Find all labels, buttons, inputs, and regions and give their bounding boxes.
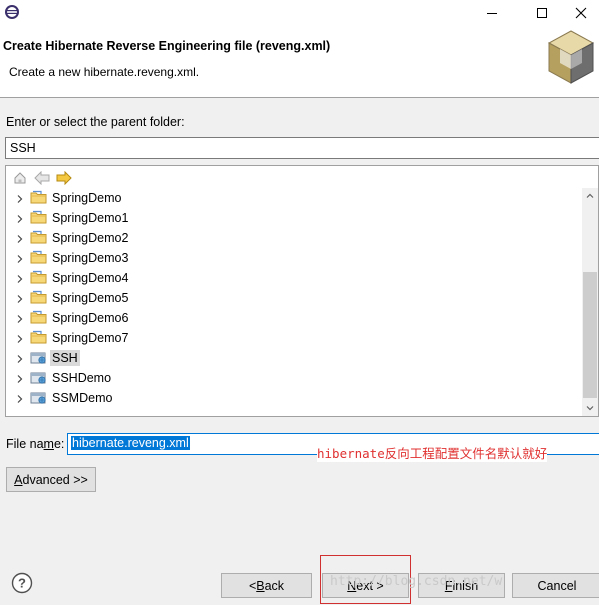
tree-item[interactable]: SpringDemo6 — [6, 308, 582, 328]
chevron-right-icon[interactable] — [15, 253, 25, 263]
web-project-icon — [30, 390, 48, 405]
back-arrow-icon[interactable] — [33, 169, 51, 187]
back-label: ack — [264, 578, 285, 593]
wizard-title: Create Hibernate Reverse Engineering fil… — [3, 39, 331, 53]
maximize-button[interactable] — [520, 0, 564, 26]
chevron-right-icon[interactable] — [15, 313, 25, 323]
folder-icon — [30, 330, 48, 345]
parent-folder-label: Enter or select the parent folder: — [6, 115, 185, 129]
file-name-label: File name: — [6, 437, 64, 451]
tree-item[interactable]: SSHDemo — [6, 368, 582, 388]
tree-item-label: SpringDemo — [52, 191, 122, 205]
scroll-up-icon[interactable] — [582, 188, 598, 204]
chevron-right-icon[interactable] — [15, 193, 25, 203]
tree-item-label: SSMDemo — [52, 391, 113, 405]
tree-item[interactable]: SpringDemo5 — [6, 288, 582, 308]
tree-item[interactable]: SpringDemo1 — [6, 208, 582, 228]
chevron-right-icon[interactable] — [15, 373, 25, 383]
back-button[interactable]: < Back — [221, 573, 312, 598]
folder-icon — [30, 290, 48, 305]
help-icon[interactable]: ? — [11, 572, 33, 594]
file-name-label-mnemonic: m — [43, 437, 54, 451]
project-tree: SpringDemo SpringDemo1 SpringDemo2 Sprin… — [6, 188, 582, 416]
wizard-description: Create a new hibernate.reveng.xml. — [9, 65, 200, 79]
dialog-window: Create Hibernate Reverse Engineering fil… — [0, 0, 599, 605]
chevron-right-icon[interactable] — [15, 273, 25, 283]
tree-item-label: SpringDemo6 — [52, 311, 129, 325]
tree-item-label: SSHDemo — [52, 371, 112, 385]
parent-folder-input[interactable]: SSH — [5, 137, 599, 159]
title-bar — [0, 0, 599, 26]
file-name-value: hibernate.reveng.xml — [71, 436, 190, 450]
next-highlight-box — [320, 555, 411, 604]
folder-icon — [30, 210, 48, 225]
advanced-label: dvanced >> — [22, 472, 88, 487]
chevron-right-icon[interactable] — [15, 233, 25, 243]
back-mnemonic: B — [256, 578, 265, 593]
tree-item-label: SpringDemo1 — [52, 211, 129, 225]
project-tree-panel: SpringDemo SpringDemo1 SpringDemo2 Sprin… — [5, 165, 599, 417]
close-button[interactable] — [562, 0, 599, 26]
annotation-text: hibernate反向工程配置文件名默认就好 — [317, 443, 548, 462]
chevron-right-icon[interactable] — [15, 353, 25, 363]
tree-scrollbar[interactable] — [582, 188, 598, 416]
tree-toolbar — [11, 168, 73, 188]
tree-item-label: SpringDemo2 — [52, 231, 129, 245]
tree-item-label: SpringDemo7 — [52, 331, 129, 345]
tree-item[interactable]: SpringDemo — [6, 188, 582, 208]
web-project-icon — [30, 350, 48, 365]
tree-item[interactable]: SpringDemo3 — [6, 248, 582, 268]
tree-item-label: SpringDemo4 — [52, 271, 129, 285]
folder-icon — [30, 250, 48, 265]
tree-item[interactable]: SSMDemo — [6, 388, 582, 408]
chevron-right-icon[interactable] — [15, 393, 25, 403]
wizard-header: Create Hibernate Reverse Engineering fil… — [0, 26, 599, 98]
minimize-button[interactable] — [470, 0, 514, 26]
folder-icon — [30, 310, 48, 325]
home-icon[interactable] — [11, 169, 29, 187]
tree-item[interactable]: SpringDemo2 — [6, 228, 582, 248]
tree-item-label: SSH — [50, 350, 80, 366]
tree-item[interactable]: SpringDemo4 — [6, 268, 582, 288]
forward-arrow-icon[interactable] — [55, 169, 73, 187]
advanced-mnemonic: A — [14, 472, 23, 487]
svg-text:?: ? — [18, 576, 26, 591]
tree-item[interactable]: SpringDemo7 — [6, 328, 582, 348]
back-prefix: < — [248, 578, 257, 593]
tree-item[interactable]: SSH — [6, 348, 582, 368]
scrollbar-thumb[interactable] — [583, 272, 597, 398]
scroll-down-icon[interactable] — [582, 400, 598, 416]
finish-button[interactable]: Finish — [418, 573, 505, 598]
folder-icon — [30, 230, 48, 245]
tree-item-label: SpringDemo3 — [52, 251, 129, 265]
advanced-button[interactable]: Advanced >> — [6, 467, 96, 492]
tree-item-label: SpringDemo5 — [52, 291, 129, 305]
folder-icon — [30, 190, 48, 205]
eclipse-icon — [4, 4, 20, 20]
finish-label: inish — [452, 578, 479, 593]
cancel-button[interactable]: Cancel — [512, 573, 599, 598]
web-project-icon — [30, 370, 48, 385]
file-name-label-pre: File na — [6, 437, 44, 451]
chevron-right-icon[interactable] — [15, 333, 25, 343]
folder-icon — [30, 270, 48, 285]
chevron-right-icon[interactable] — [15, 213, 25, 223]
hibernate-logo-icon — [546, 29, 596, 85]
chevron-right-icon[interactable] — [15, 293, 25, 303]
file-name-label-post: e: — [53, 437, 65, 451]
finish-mnemonic: F — [444, 578, 453, 593]
